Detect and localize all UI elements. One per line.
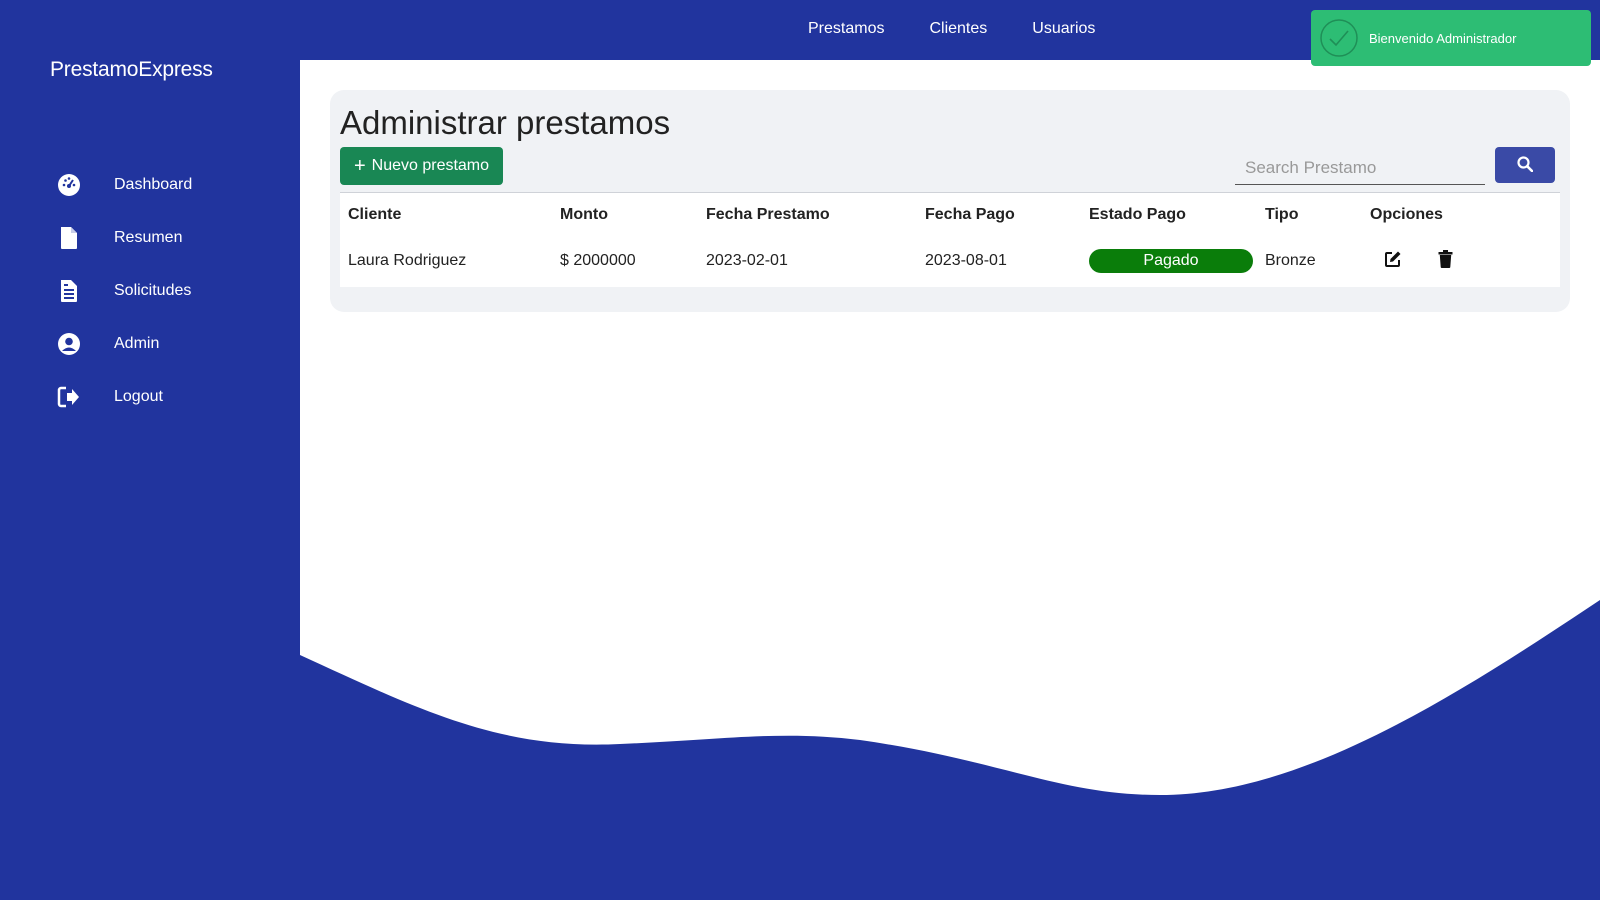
toast-message: Bienvenido Administrador [1369, 30, 1517, 46]
user-circle-icon [56, 331, 82, 357]
page-title: Administrar prestamos [340, 104, 671, 141]
search-button[interactable] [1495, 147, 1555, 183]
sidebar-item-label: Logout [114, 387, 163, 405]
table-header-row: Cliente Monto Fecha Prestamo Fecha Pago … [340, 193, 1560, 237]
column-header-fecha-prestamo: Fecha Prestamo [706, 206, 830, 223]
column-header-fecha-pago: Fecha Pago [925, 206, 1015, 223]
welcome-toast[interactable]: Bienvenido Administrador [1311, 10, 1591, 66]
column-header-cliente: Cliente [348, 206, 402, 223]
new-loan-button-label: Nuevo prestamo [371, 157, 490, 174]
new-loan-button[interactable]: + Nuevo prestamo [340, 147, 503, 185]
edit-icon[interactable] [1378, 250, 1408, 268]
plus-icon: + [353, 155, 366, 177]
check-circle-icon [1319, 18, 1359, 58]
sidebar-item-label: Solicitudes [114, 281, 192, 299]
topnav-link-clientes[interactable]: Clientes [929, 20, 987, 38]
cell-fecha-pago: 2023-08-01 [925, 252, 1007, 269]
sidebar-item-label: Resumen [114, 228, 183, 246]
column-header-tipo: Tipo [1265, 206, 1299, 223]
sidebar-item-label: Admin [114, 334, 160, 352]
column-header-estado-pago: Estado Pago [1089, 206, 1186, 223]
topnav-link-usuarios[interactable]: Usuarios [1032, 20, 1095, 38]
cell-opciones [1362, 237, 1560, 285]
sidebar-item-label: Dashboard [114, 175, 193, 193]
cell-fecha-prestamo: 2023-02-01 [706, 252, 788, 269]
column-header-monto: Monto [560, 206, 608, 223]
sidebar-item-resumen[interactable]: Resumen [56, 211, 182, 264]
cell-estado-pago: Pagado [1081, 237, 1257, 285]
cell-monto: $ 2000000 [560, 252, 636, 269]
search-input[interactable] [1235, 151, 1485, 185]
column-header-opciones: Opciones [1370, 206, 1443, 223]
table-row: Laura Rodriguez $ 2000000 2023-02-01 202… [340, 237, 1560, 285]
cell-tipo: Bronze [1265, 252, 1316, 269]
status-badge: Pagado [1089, 249, 1253, 273]
top-nav: Prestamos Clientes Usuarios [808, 20, 1095, 38]
loans-table-container: Cliente Monto Fecha Prestamo Fecha Pago … [340, 192, 1560, 287]
main-content: Administrar prestamos + Nuevo prestamo C… [300, 60, 1600, 900]
sidebar-item-logout[interactable]: Logout [56, 370, 163, 423]
file-list-icon [56, 278, 82, 304]
file-icon [56, 225, 82, 251]
sign-out-icon [56, 384, 82, 410]
loans-table: Cliente Monto Fecha Prestamo Fecha Pago … [340, 193, 1560, 285]
topnav-link-prestamos[interactable]: Prestamos [808, 20, 884, 38]
brand-logo[interactable]: PrestamoExpress [50, 58, 213, 82]
cell-cliente: Laura Rodriguez [348, 252, 467, 269]
trash-icon[interactable] [1430, 249, 1460, 268]
sidebar-item-dashboard[interactable]: Dashboard [56, 158, 192, 211]
loans-panel: Administrar prestamos + Nuevo prestamo C… [330, 90, 1570, 312]
search-icon [1517, 155, 1534, 175]
dashboard-gauge-icon [56, 172, 82, 198]
sidebar-item-admin[interactable]: Admin [56, 317, 159, 370]
sidebar-item-solicitudes[interactable]: Solicitudes [56, 264, 191, 317]
